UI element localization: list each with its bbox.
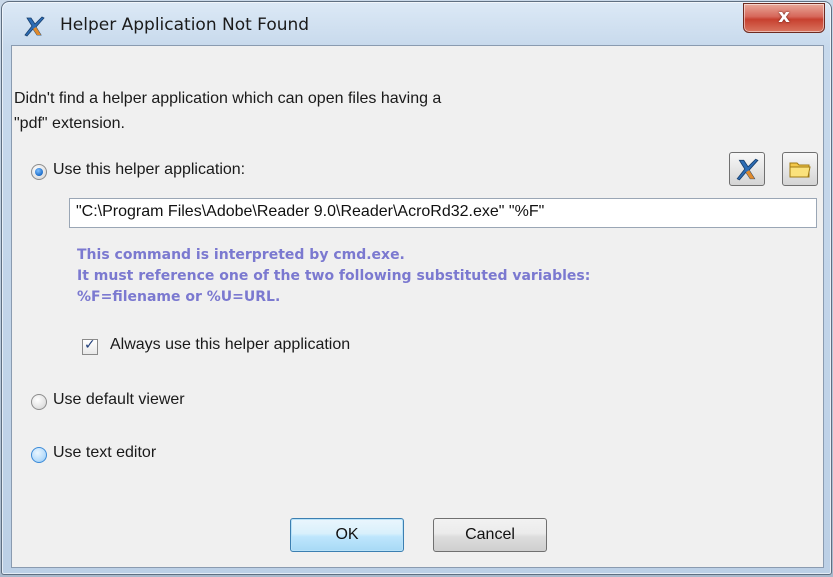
- radio-button[interactable]: [31, 394, 47, 410]
- close-icon: x: [778, 6, 790, 27]
- radio-label: Use this helper application:: [53, 161, 246, 178]
- dialog-window: Helper Application Not Found x Didn't fi…: [1, 1, 832, 575]
- hint-line: %F=filename or %U=URL.: [77, 289, 281, 305]
- close-button[interactable]: x: [743, 3, 825, 33]
- title-bar[interactable]: Helper Application Not Found x: [2, 2, 831, 44]
- message-line: Didn't find a helper application which c…: [14, 90, 442, 107]
- checkbox-label: Always use this helper application: [110, 336, 351, 353]
- app-logo-icon: [736, 158, 759, 181]
- hint-line: It must reference one of the two followi…: [77, 268, 591, 284]
- checkmark-icon: ✓: [84, 337, 96, 353]
- radio-label: Use text editor: [53, 444, 157, 461]
- command-input[interactable]: "C:\Program Files\Adobe\Reader 9.0\Reade…: [69, 198, 817, 228]
- message-line: "pdf" extension.: [14, 115, 125, 132]
- hint-text: This command is interpreted by cmd.exe. …: [77, 245, 590, 308]
- message-text: Didn't find a helper application which c…: [14, 86, 614, 136]
- radio-button[interactable]: [31, 164, 47, 180]
- hint-line: This command is interpreted by cmd.exe.: [77, 247, 405, 263]
- cancel-button[interactable]: Cancel: [433, 518, 547, 552]
- ok-button[interactable]: OK: [290, 518, 404, 552]
- window-title: Helper Application Not Found: [60, 15, 310, 35]
- select-app-button[interactable]: [729, 152, 765, 186]
- folder-icon: [789, 162, 811, 178]
- browse-folder-button[interactable]: [782, 152, 818, 186]
- radio-button[interactable]: [31, 447, 47, 463]
- always-use-checkbox[interactable]: ✓: [82, 337, 98, 355]
- app-logo-icon: [24, 16, 45, 37]
- radio-label: Use default viewer: [53, 391, 185, 408]
